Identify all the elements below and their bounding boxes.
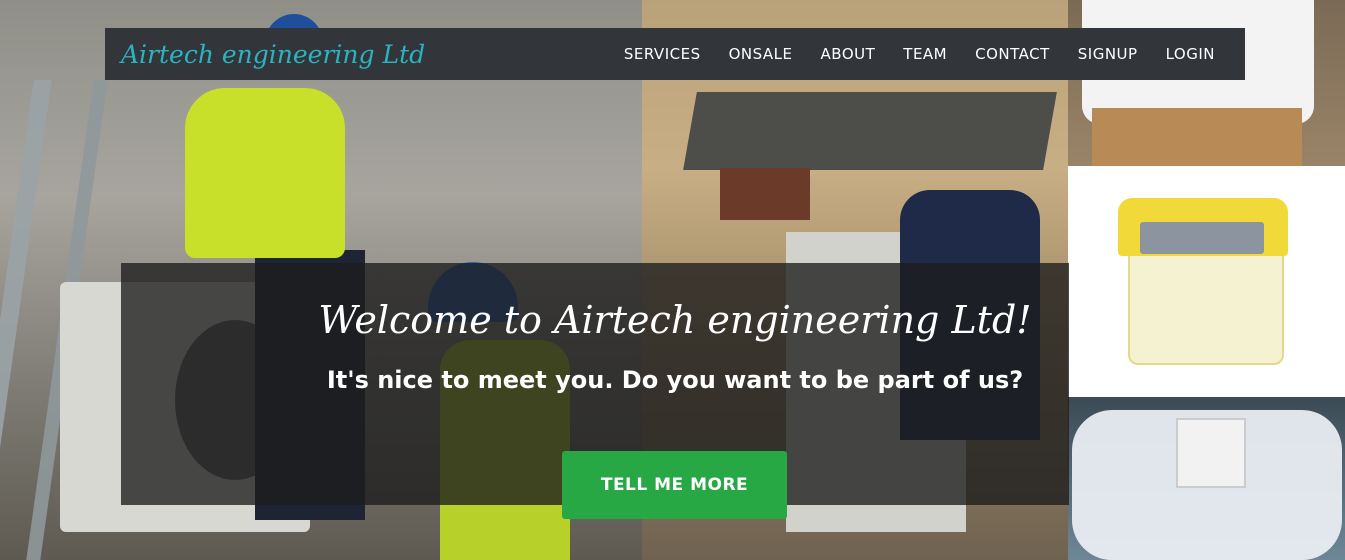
cardboard-box xyxy=(1092,108,1302,166)
nav-item-about[interactable]: ABOUT xyxy=(807,45,890,63)
nav-item-onsale[interactable]: ONSALE xyxy=(715,45,807,63)
top-navbar: Airtech engineering Ltd SERVICES ONSALE … xyxy=(105,28,1245,80)
nav-item-services[interactable]: SERVICES xyxy=(610,45,715,63)
nav-item-contact[interactable]: CONTACT xyxy=(961,45,1064,63)
nav-item-team[interactable]: TEAM xyxy=(889,45,961,63)
nav-item-signup[interactable]: SIGNUP xyxy=(1064,45,1152,63)
brand-logo-text[interactable]: Airtech engineering Ltd xyxy=(121,40,425,69)
incubator-control-panel xyxy=(1140,222,1264,254)
hero-lead-text: It's nice to meet you. Do you want to be… xyxy=(326,366,1024,394)
worker-1-vest xyxy=(185,88,345,258)
hero-welcome-heading: Welcome to Airtech engineering Ltd! xyxy=(318,298,1032,342)
hero-section: Welcome to Airtech engineering Ltd! It's… xyxy=(0,0,1345,560)
wall-junction-box xyxy=(720,168,810,220)
wall-canopy-roof xyxy=(683,92,1057,170)
tell-me-more-button[interactable]: TELL ME MORE xyxy=(562,451,787,519)
incubator-round-controller xyxy=(1176,418,1246,488)
nav-links: SERVICES ONSALE ABOUT TEAM CONTACT SIGNU… xyxy=(610,45,1229,63)
nav-item-login[interactable]: LOGIN xyxy=(1152,45,1229,63)
